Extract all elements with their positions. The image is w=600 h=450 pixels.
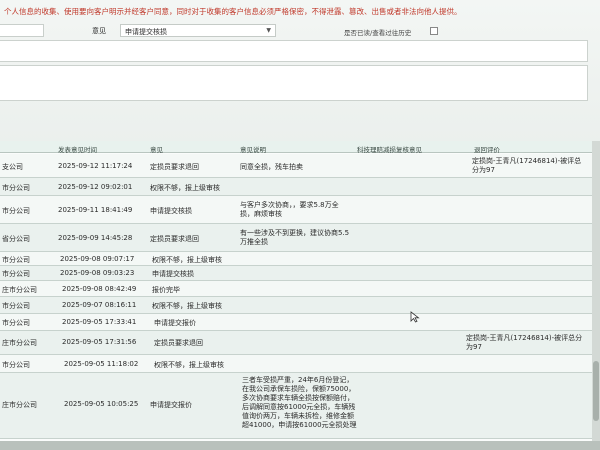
cell-org: 市分公司 — [2, 184, 30, 192]
comment-textarea[interactable] — [0, 40, 588, 62]
table-row[interactable]: 市分公司 2025-09-07 08:16:11 权限不够，报上级审核 — [0, 297, 592, 314]
cell-org: 市分公司 — [2, 302, 30, 310]
table-header: 发表意见时间 意见 意见说明 科技理赔减损复核意见 退回评价 — [0, 141, 592, 154]
cell-time: 2025-09-08 09:03:23 — [60, 269, 135, 277]
cell-opinion: 申请提交报价 — [154, 319, 196, 327]
cell-time: 2025-09-12 11:17:24 — [58, 162, 133, 170]
table-row[interactable]: 市分公司 2025-09-08 09:07:17 权限不够，报上级审核 — [0, 252, 592, 266]
cell-time: 2025-09-08 08:42:49 — [62, 285, 137, 293]
screen: 个人信息的收集、使用要向客户明示并经客户同意，同时对于收集的客户信息必须严格保密… — [0, 0, 600, 450]
opinion-history-table: 发表意见时间 意见 意见说明 科技理赔减损复核意见 退回评价 支公司 2025-… — [0, 141, 592, 441]
mouse-pointer-icon — [410, 311, 420, 323]
cell-time: 2025-09-09 14:45:28 — [58, 234, 133, 242]
opinion-label: 意见 — [92, 27, 106, 35]
cell-time: 2025-09-05 17:31:56 — [62, 338, 137, 346]
cell-org: 市分公司 — [2, 270, 30, 278]
header-desc: 意见说明 — [240, 146, 266, 154]
header-time: 发表意见时间 — [58, 146, 97, 154]
cell-time: 2025-09-05 11:18:02 — [64, 360, 139, 368]
cell-time: 2025-09-05 10:05:25 — [64, 400, 139, 408]
cell-desc: 与客户多次协商，，要求5.8万全损，麻烦审核 — [240, 201, 339, 218]
cell-org: 市分公司 — [2, 256, 30, 264]
table-row[interactable]: 市分公司 2025-09-05 17:33:41 申请提交报价 — [0, 314, 592, 331]
scrollbar-thumb[interactable] — [593, 361, 599, 421]
cell-org: 庄市分公司 — [2, 286, 37, 294]
cell-opinion: 权限不够，报上级审核 — [154, 361, 224, 369]
cell-opinion: 权限不够，报上级审核 — [152, 302, 222, 310]
table-row[interactable]: 省分公司 2025-09-09 14:45:28 定损员要求退回 有一些涉及不到… — [0, 224, 592, 252]
table-row[interactable]: 庄市分公司 2025-09-08 08:42:49 报价完毕 — [0, 281, 592, 297]
table-row[interactable]: 市分公司 2025-09-11 18:41:49 申请提交核损 与客户多次协商，… — [0, 196, 592, 224]
cell-org: 市分公司 — [2, 319, 30, 327]
bottom-bar — [0, 441, 600, 450]
table-row[interactable]: 支公司 2025-09-12 11:17:24 定损员要求退回 同意全损，残车拍… — [0, 154, 592, 178]
cell-org: 市分公司 — [2, 207, 30, 215]
cell-org: 庄市分公司 — [2, 401, 37, 409]
chevron-down-icon: ▼ — [266, 27, 271, 34]
cell-opinion: 报价完毕 — [152, 286, 180, 294]
vertical-scrollbar[interactable] — [592, 141, 600, 441]
cell-desc: 同意全损，残车拍卖 — [240, 163, 303, 171]
opinion-select-value: 申请提交核损 — [125, 28, 167, 36]
cell-opinion: 申请提交核损 — [152, 270, 194, 278]
cell-org: 庄市分公司 — [2, 339, 37, 347]
cell-opinion: 定损员要求退回 — [154, 339, 203, 347]
cell-org: 省分公司 — [2, 235, 30, 243]
table-row[interactable]: 市分公司 2025-09-05 11:18:02 权限不够，报上级审核 — [0, 355, 592, 373]
opinion-select[interactable]: 申请提交核损 ▼ — [120, 24, 276, 37]
cell-eval: 定损岗-王青凡(17246814)-被评总分为97 — [472, 157, 582, 174]
cell-time: 2025-09-11 18:41:49 — [58, 206, 133, 214]
table-row[interactable]: 市分公司 2025-09-12 09:02:01 权限不够，报上级审核 — [0, 178, 592, 196]
cell-opinion: 申请提交核损 — [150, 207, 192, 215]
cell-time: 2025-09-07 08:16:11 — [62, 301, 137, 309]
table-row[interactable]: 市分公司 2025-09-08 09:03:23 申请提交核损 — [0, 266, 592, 281]
description-textarea[interactable] — [0, 65, 588, 101]
filter-row: 意见 申请提交核损 ▼ 是否已读/查看过往历史 — [0, 24, 600, 38]
history-label: 是否已读/查看过往历史 — [344, 29, 412, 37]
cell-eval: 定损岗-王青凡(17246814)-被评总分为97 — [466, 334, 583, 351]
cell-desc: 三者车受损严重，24年6月份登记，在我公司承保车损险，保额75000，多次协商要… — [242, 376, 357, 429]
cell-opinion: 权限不够，报上级审核 — [150, 184, 220, 192]
left-filter-field[interactable] — [0, 24, 44, 37]
cell-time: 2025-09-05 17:33:41 — [62, 318, 137, 326]
cell-time: 2025-09-08 09:07:17 — [60, 255, 135, 263]
privacy-notice: 个人信息的收集、使用要向客户明示并经客户同意，同时对于收集的客户信息必须严格保密… — [4, 7, 462, 16]
cell-opinion: 申请提交报价 — [150, 401, 192, 409]
cell-org: 市分公司 — [2, 361, 30, 369]
header-opinion: 意见 — [150, 146, 163, 154]
cell-org: 支公司 — [2, 163, 23, 171]
history-checkbox[interactable] — [430, 27, 438, 35]
table-row[interactable]: 庄市分公司 2025-09-05 10:05:25 申请提交报价 三者车受损严重… — [0, 373, 592, 439]
cell-desc: 有一些涉及不到更换，建议协商5.5万推全损 — [240, 229, 350, 246]
cell-opinion: 定损员要求退回 — [150, 235, 199, 243]
cell-opinion: 权限不够，报上级审核 — [152, 256, 222, 264]
header-review: 科技理赔减损复核意见 — [357, 146, 422, 154]
cell-opinion: 定损员要求退回 — [150, 163, 199, 171]
cell-time: 2025-09-12 09:02:01 — [58, 183, 133, 191]
table-row[interactable]: 庄市分公司 2025-09-05 17:31:56 定损员要求退回 定损岗-王青… — [0, 331, 592, 355]
header-eval: 退回评价 — [474, 146, 500, 154]
